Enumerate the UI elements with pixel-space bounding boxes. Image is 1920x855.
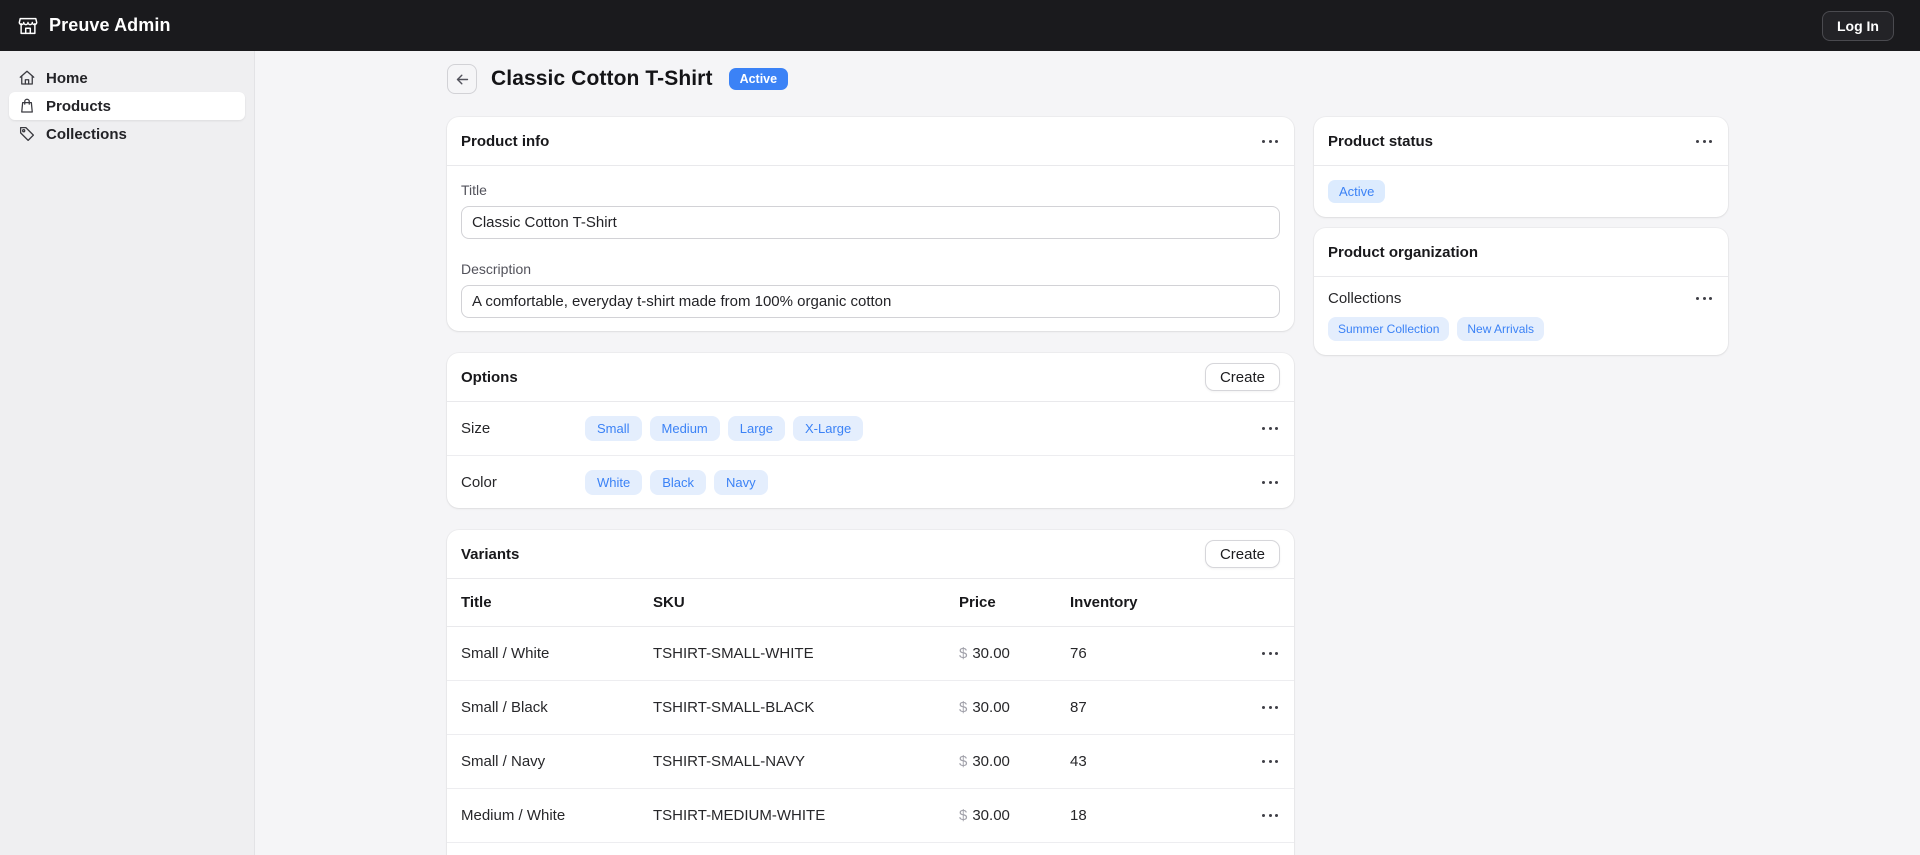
sidebar-item-label: Home <box>46 69 88 87</box>
title-input[interactable] <box>461 206 1280 239</box>
column-header-price: Price <box>959 594 996 611</box>
create-variant-button[interactable]: Create <box>1204 540 1280 568</box>
login-button[interactable]: Log In <box>1822 10 1894 41</box>
variant-row[interactable]: Small / Navy TSHIRT-SMALL-NAVY $30.00 43 <box>447 735 1294 789</box>
page-header: Classic Cotton T-Shirt Active <box>447 64 1728 94</box>
column-header-title: Title <box>461 594 492 611</box>
collections-label: Collections <box>1328 290 1402 307</box>
option-value-tag: Medium <box>649 416 720 441</box>
arrow-left-icon <box>454 71 471 88</box>
variants-card: Variants Create Title SKU Price Inventor… <box>447 530 1294 855</box>
option-row-size: Size Small Medium Large X-Large <box>447 402 1294 455</box>
product-status-badge: Active <box>1328 180 1386 203</box>
options-heading: Options <box>461 368 518 386</box>
column-header-sku: SKU <box>653 594 685 611</box>
variant-sku: TSHIRT-SMALL-WHITE <box>653 645 814 662</box>
product-organization-card: Product organization Collections Summer … <box>1314 228 1728 355</box>
create-option-button[interactable]: Create <box>1204 363 1280 391</box>
sidebar-item-home[interactable]: Home <box>9 64 245 92</box>
variant-title: Small / Navy <box>461 753 546 770</box>
option-row-color: Color White Black Navy <box>447 455 1294 508</box>
variant-title: Medium / White <box>461 807 566 824</box>
variant-price: $30.00 <box>959 645 1010 662</box>
back-button[interactable] <box>447 64 477 94</box>
option-size-menu-button[interactable] <box>1260 421 1280 436</box>
product-info-menu-button[interactable] <box>1260 134 1280 149</box>
variant-menu-button[interactable] <box>1260 646 1280 661</box>
option-value-tag: Small <box>585 416 642 441</box>
variants-table-header: Title SKU Price Inventory <box>447 579 1294 627</box>
brand-name: Preuve Admin <box>49 15 171 35</box>
variants-heading: Variants <box>461 545 520 563</box>
description-field-label: Description <box>461 261 532 277</box>
sidebar-item-label: Products <box>46 97 112 115</box>
status-badge: Active <box>728 68 789 90</box>
variant-row[interactable]: Medium / White TSHIRT-MEDIUM-WHITE $30.0… <box>447 789 1294 843</box>
option-value-tag: X-Large <box>793 416 864 441</box>
variant-menu-button[interactable] <box>1260 700 1280 715</box>
collections-menu-button[interactable] <box>1694 291 1714 306</box>
collection-tag: Summer Collection <box>1328 317 1450 341</box>
option-value-tag: Black <box>650 469 707 495</box>
variant-row[interactable]: Small / White TSHIRT-SMALL-WHITE $30.00 … <box>447 627 1294 681</box>
variant-inventory: 18 <box>1070 807 1087 824</box>
title-field-label: Title <box>461 182 487 198</box>
collection-tag: New Arrivals <box>1457 317 1545 341</box>
topbar: Preuve Admin Log In <box>0 0 1920 51</box>
main-content: Classic Cotton T-Shirt Active Product in… <box>255 51 1920 855</box>
variant-price: $30.00 <box>959 699 1010 716</box>
tag-icon <box>18 125 36 143</box>
product-info-card: Product info Title Description <box>447 117 1294 331</box>
product-info-heading: Product info <box>461 132 550 150</box>
shopping-bag-icon <box>18 97 36 115</box>
variant-menu-button[interactable] <box>1260 808 1280 823</box>
variant-row[interactable]: Small / Black TSHIRT-SMALL-BLACK $30.00 … <box>447 681 1294 735</box>
variant-inventory: 76 <box>1070 645 1087 662</box>
variant-inventory: 87 <box>1070 699 1087 716</box>
option-color-menu-button[interactable] <box>1260 475 1280 490</box>
brand: Preuve Admin <box>17 15 171 37</box>
option-value-tag: Large <box>727 416 786 441</box>
sidebar-item-products[interactable]: Products <box>9 92 245 120</box>
option-value-tag: Navy <box>714 469 768 495</box>
variants-table-overflow <box>447 843 1294 855</box>
storefront-icon <box>17 15 39 37</box>
home-icon <box>18 69 36 87</box>
option-label: Color <box>461 473 497 491</box>
variant-inventory: 43 <box>1070 753 1087 770</box>
variant-sku: TSHIRT-MEDIUM-WHITE <box>653 807 826 824</box>
sidebar-item-label: Collections <box>46 125 127 143</box>
sidebar: Home Products Collections <box>0 51 255 855</box>
column-header-inventory: Inventory <box>1070 594 1138 611</box>
option-label: Size <box>461 420 491 437</box>
variant-title: Small / White <box>461 645 550 662</box>
description-input[interactable] <box>461 285 1280 318</box>
variant-sku: TSHIRT-SMALL-BLACK <box>653 699 815 716</box>
variant-sku: TSHIRT-SMALL-NAVY <box>653 753 805 770</box>
variant-price: $30.00 <box>959 753 1010 770</box>
page-title: Classic Cotton T-Shirt <box>491 67 713 90</box>
option-value-tag: White <box>585 469 643 495</box>
variant-menu-button[interactable] <box>1260 754 1280 769</box>
sidebar-item-collections[interactable]: Collections <box>9 120 245 148</box>
product-status-menu-button[interactable] <box>1694 134 1714 149</box>
options-card: Options Create Size Small Medium Large X… <box>447 353 1294 508</box>
product-organization-heading: Product organization <box>1328 243 1478 261</box>
variant-title: Small / Black <box>461 699 548 716</box>
product-status-heading: Product status <box>1328 132 1434 150</box>
variant-price: $30.00 <box>959 807 1010 824</box>
product-status-card: Product status Active <box>1314 117 1728 217</box>
